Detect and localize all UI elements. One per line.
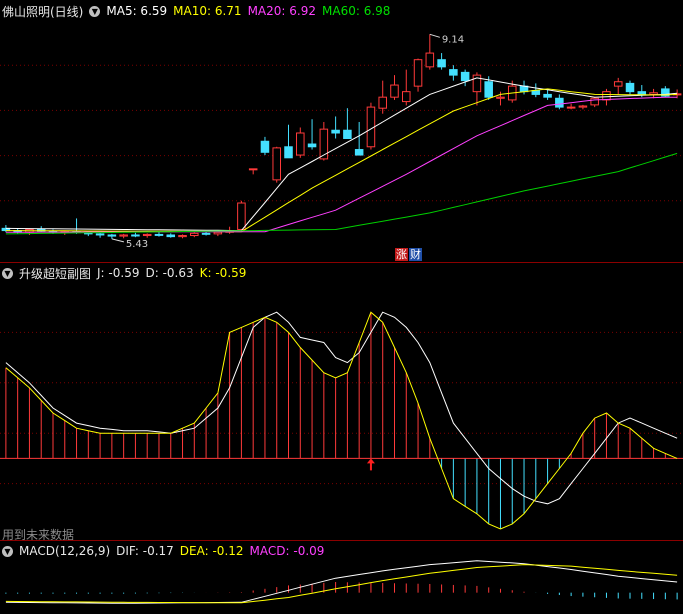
ma10-label: MA10: 6.71	[173, 4, 242, 18]
candle-up	[237, 202, 246, 230]
ma60-label: MA60: 6.98	[322, 4, 391, 18]
candle-down	[343, 129, 352, 140]
candle-down	[531, 90, 541, 95]
k-label: K: -0.59	[199, 266, 247, 280]
low-marker	[111, 238, 124, 243]
candle-down	[260, 140, 270, 153]
dif-line	[5, 560, 678, 604]
candle-up	[213, 231, 223, 235]
macd-value-label: MACD: -0.09	[249, 544, 325, 558]
candle-up	[401, 91, 411, 103]
zhang-badge[interactable]: 涨	[395, 248, 408, 261]
candle-down	[484, 81, 493, 98]
kdj-chart-header: ▼ 升级超短副图 J: -0.59 D: -0.63 K: -0.59	[2, 265, 246, 281]
candle-up	[119, 234, 128, 237]
candle-down	[307, 143, 317, 148]
candle-up	[496, 96, 505, 99]
candle-up	[378, 96, 387, 109]
candle-down	[201, 232, 211, 235]
low-price-label: 5.43	[126, 239, 148, 250]
candle-down	[543, 93, 552, 98]
macd-title: MACD(12,26,9)	[19, 544, 111, 558]
candle-up	[296, 132, 305, 156]
ma60-line	[5, 152, 678, 235]
chevron-down-icon[interactable]: ▼	[2, 545, 13, 557]
cai-badge[interactable]: 财	[409, 248, 422, 261]
candle-up	[142, 233, 152, 237]
candle-down	[555, 97, 564, 108]
candle-up	[390, 84, 399, 98]
candle-down	[437, 59, 446, 68]
kdj-chart[interactable]	[0, 262, 683, 540]
candle-down	[354, 149, 364, 156]
macd-chart-panel[interactable]: ▼ MACD(12,26,9) DIF: -0.17 DEA: -0.12 MA…	[0, 540, 683, 614]
ma20-line	[5, 96, 678, 233]
high-price-label: 9.14	[442, 34, 464, 45]
chevron-down-icon[interactable]: ▼	[89, 5, 101, 17]
candle-down	[166, 234, 176, 238]
candle-up	[413, 59, 423, 87]
kdj-chart-panel[interactable]: ▼ 升级超短副图 J: -0.59 D: -0.63 K: -0.59	[0, 262, 683, 540]
candle-up	[425, 52, 435, 68]
candle-up	[602, 91, 611, 101]
main-chart-header: 佛山照明(日线) ▼ MA5: 6.59 MA10: 6.71 MA20: 6.…	[2, 3, 390, 19]
kdj-title: 升级超短副图	[19, 266, 92, 281]
candle-down	[625, 82, 635, 93]
candle-up	[190, 232, 199, 237]
j-line	[5, 311, 678, 530]
candle-up	[178, 235, 187, 238]
candle-up	[590, 97, 599, 106]
candle-up	[649, 92, 658, 95]
main-chart-panel[interactable]: 9.14 5.43 佛山照明(日线) ▼ MA5: 6.59 MA10: 6.71…	[0, 0, 683, 262]
d-label: D: -0.63	[145, 266, 194, 280]
dea-label: DEA: -0.12	[179, 544, 244, 558]
dif-label: DIF: -0.17	[116, 544, 174, 558]
candlestick-chart[interactable]: 9.14 5.43	[0, 0, 683, 262]
candle-up	[578, 105, 588, 108]
candle-down	[460, 71, 470, 82]
chevron-down-icon[interactable]: ▼	[2, 267, 13, 279]
candle-down	[154, 233, 164, 236]
ma5-label: MA5: 6.59	[106, 4, 168, 18]
k-line	[5, 311, 678, 505]
candle-down	[95, 233, 105, 236]
high-marker	[429, 33, 440, 38]
candle-down	[284, 146, 293, 159]
candle-up	[248, 168, 258, 171]
stock-title: 佛山照明(日线)	[2, 4, 84, 19]
candle-down	[331, 129, 340, 134]
candle-up	[566, 106, 576, 109]
macd-chart-header: ▼ MACD(12,26,9) DIF: -0.17 DEA: -0.12 MA…	[2, 543, 324, 559]
j-label: J: -0.59	[97, 266, 140, 280]
ma20-label: MA20: 6.92	[247, 4, 316, 18]
candle-down	[637, 91, 647, 95]
candle-down	[131, 234, 140, 237]
candle-up	[272, 147, 282, 181]
candle-up	[613, 81, 623, 87]
candle-down	[449, 69, 458, 76]
buy-arrow-icon	[366, 458, 375, 471]
candle-down	[107, 234, 117, 237]
